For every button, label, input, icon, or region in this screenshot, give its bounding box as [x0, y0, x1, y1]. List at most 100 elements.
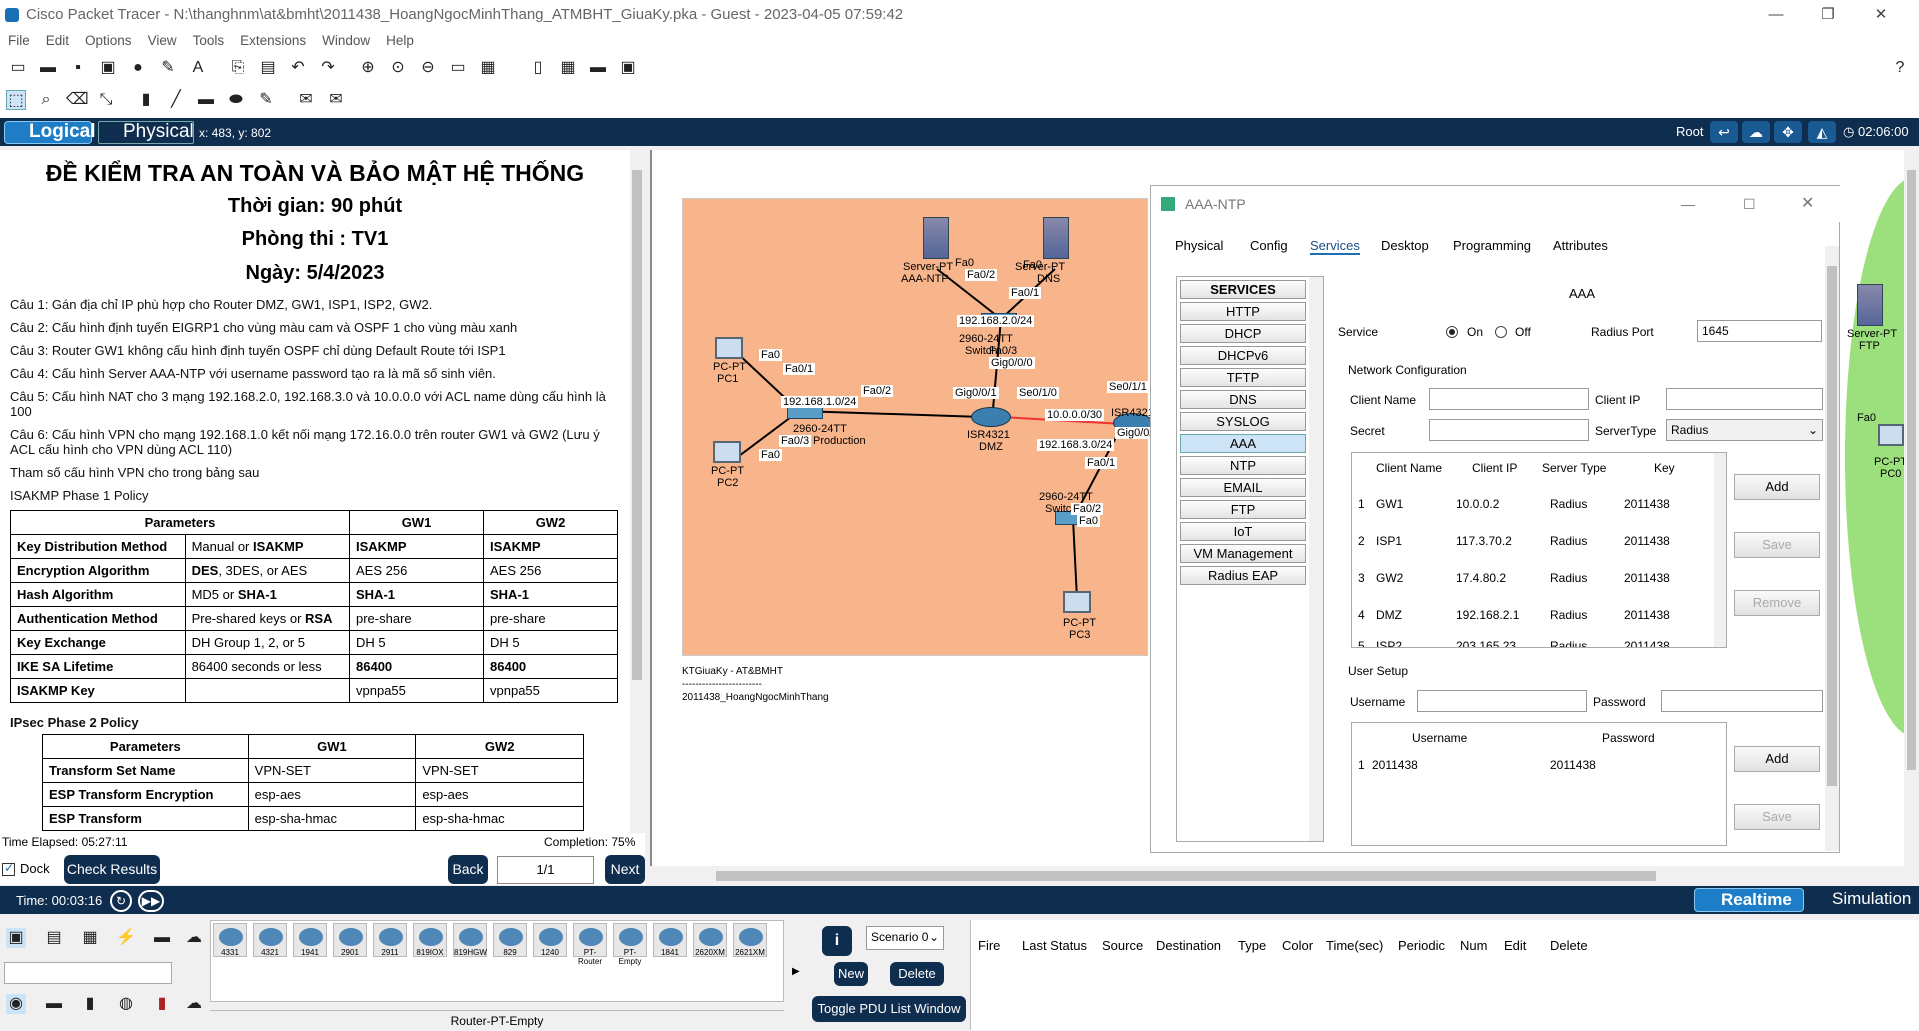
menu-extensions[interactable]: Extensions [232, 30, 314, 48]
service-off-radio[interactable] [1495, 326, 1507, 338]
close-button[interactable]: ✕ [1801, 186, 1814, 222]
device-pt-empty[interactable]: PT-Empty [613, 923, 647, 966]
wan-emulation-icon[interactable]: ☁ [184, 994, 204, 1014]
device-2901[interactable]: 2901 [333, 923, 367, 957]
simulation-tab[interactable]: Simulation [1810, 888, 1916, 912]
wireless-icon[interactable]: ◍ [116, 994, 136, 1014]
hubs-icon[interactable]: ▮ [80, 994, 100, 1014]
service-on-radio[interactable] [1446, 326, 1458, 338]
device-search[interactable] [4, 962, 172, 984]
device-4321[interactable]: 4321 [253, 923, 287, 957]
switches-icon[interactable]: ▬ [44, 994, 64, 1014]
routers-icon[interactable]: ◉ [6, 994, 26, 1014]
service-ftp[interactable]: FTP [1180, 500, 1306, 519]
undo-icon[interactable]: ↶ [288, 58, 308, 78]
zoom-out-icon[interactable]: ⊖ [418, 58, 438, 78]
multiuser-icon[interactable]: ☁ [184, 928, 204, 948]
client-table-scrollbar[interactable] [1714, 453, 1726, 647]
rectangle-icon[interactable]: ▬ [196, 90, 216, 110]
delete-icon[interactable]: ⌫ [66, 90, 89, 110]
grid-icon[interactable]: ▦ [558, 58, 578, 78]
save-client-button[interactable]: Save [1734, 532, 1820, 558]
password-input[interactable] [1661, 690, 1823, 712]
client-name-input[interactable] [1429, 388, 1589, 410]
open-icon[interactable]: ▬ [38, 58, 58, 78]
service-iot[interactable]: IoT [1180, 522, 1306, 541]
instructions-scrollbar[interactable] [630, 150, 644, 833]
misc-icon[interactable]: ▬ [152, 928, 172, 948]
menu-window[interactable]: Window [314, 30, 378, 48]
scrollbar-thumb[interactable] [632, 170, 642, 680]
service-vm-management[interactable]: VM Management [1180, 544, 1306, 563]
dock-checkbox[interactable]: ✓ [2, 861, 15, 876]
device-2621xm[interactable]: 2621XM [733, 923, 767, 957]
viewport-icon[interactable]: ▯ [528, 58, 548, 78]
fast-forward-icon[interactable]: ▶▶ [138, 890, 164, 912]
tab-programming[interactable]: Programming [1453, 238, 1531, 253]
workspace-vscrollbar[interactable] [1904, 150, 1919, 866]
menu-file[interactable]: File [0, 30, 38, 48]
check-results-button[interactable]: Check Results [64, 855, 160, 884]
pc1[interactable] [715, 337, 743, 359]
freeform-icon[interactable]: ✎ [256, 90, 276, 110]
viewport-icon[interactable]: ◭ [1808, 121, 1836, 143]
device-4331[interactable]: 4331 [213, 923, 247, 957]
pc3[interactable] [1063, 591, 1091, 613]
zoom-in-icon[interactable]: ⊕ [358, 58, 378, 78]
device-829[interactable]: 829 [493, 923, 527, 957]
tab-attributes[interactable]: Attributes [1553, 238, 1608, 253]
security-icon[interactable]: ▮ [152, 994, 172, 1014]
save-icon[interactable]: ▪ [68, 58, 88, 78]
client-ip-input[interactable] [1666, 388, 1823, 410]
copy-icon[interactable]: ⎘ [228, 58, 248, 78]
tab-services[interactable]: Services [1310, 238, 1360, 255]
secret-input[interactable] [1429, 419, 1589, 441]
username-input[interactable] [1417, 690, 1587, 712]
close-button[interactable]: ✕ [1858, 0, 1904, 30]
maximize-button[interactable]: ☐ [1743, 186, 1756, 222]
cluster-icon[interactable]: ☁ [1742, 121, 1770, 143]
logical-tab[interactable]: Logical [4, 121, 96, 144]
server-ftp[interactable] [1857, 284, 1883, 326]
menu-view[interactable]: View [140, 30, 185, 48]
menu-edit[interactable]: Edit [38, 30, 77, 48]
services-scrollbar[interactable] [1309, 277, 1323, 841]
toggle-pdu-button[interactable]: Toggle PDU List Window [812, 996, 966, 1022]
service-syslog[interactable]: SYSLOG [1180, 412, 1306, 431]
workspace-hscrollbar[interactable] [650, 866, 1919, 886]
service-tftp[interactable]: TFTP [1180, 368, 1306, 387]
service-email[interactable]: EMAIL [1180, 478, 1306, 497]
ellipse-icon[interactable]: ⬬ [226, 90, 246, 110]
device-2911[interactable]: 2911 [373, 923, 407, 957]
info-icon[interactable]: i [822, 926, 852, 956]
custom-device-icon[interactable]: ▦ [478, 58, 498, 78]
radius-port-input[interactable]: 1645 [1697, 320, 1822, 342]
minimize-button[interactable]: — [1681, 186, 1695, 222]
web-icon[interactable]: A [188, 58, 208, 78]
new-scenario-button[interactable]: New [834, 962, 868, 986]
device-1841[interactable]: 1841 [653, 923, 687, 957]
new-icon[interactable]: ▭ [8, 58, 28, 78]
device-pt-router[interactable]: PT-Router [573, 923, 607, 966]
server-dns[interactable] [1043, 217, 1069, 259]
redo-icon[interactable]: ↷ [318, 58, 338, 78]
page-input[interactable]: 1/1 [497, 856, 594, 884]
simple-pdu-icon[interactable]: ✉ [296, 90, 316, 110]
save-user-button[interactable]: Save [1734, 804, 1820, 830]
zoom-reset-icon[interactable]: ⊙ [388, 58, 408, 78]
service-dhcp[interactable]: DHCP [1180, 324, 1306, 343]
delete-scenario-button[interactable]: Delete [890, 962, 944, 986]
service-aaa[interactable]: AAA [1180, 434, 1306, 453]
move-icon[interactable]: ✥ [1774, 121, 1802, 143]
drawing-palette-icon[interactable]: ▭ [448, 58, 468, 78]
complex-pdu-icon[interactable]: ✉ [326, 90, 346, 110]
collapse-arrow-icon[interactable]: ▶ [792, 966, 800, 977]
print-icon[interactable]: ▣ [98, 58, 118, 78]
service-ntp[interactable]: NTP [1180, 456, 1306, 475]
note-icon[interactable]: ▮ [136, 90, 156, 110]
device-1240[interactable]: 1240 [533, 923, 567, 957]
tab-physical[interactable]: Physical [1175, 238, 1223, 253]
menu-tools[interactable]: Tools [185, 30, 233, 48]
tab-config[interactable]: Config [1250, 238, 1288, 253]
info-icon[interactable]: ● [128, 58, 148, 78]
